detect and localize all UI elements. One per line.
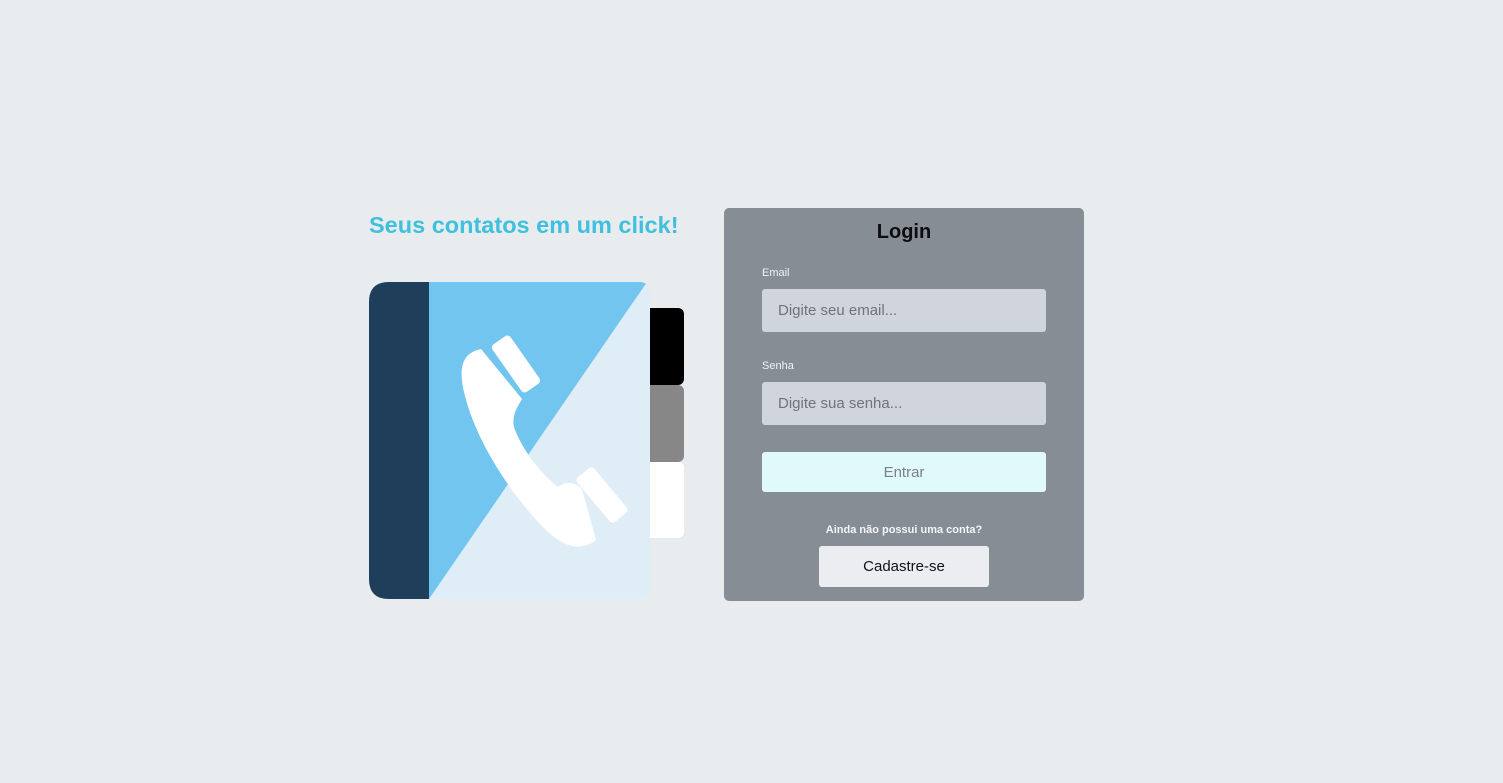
login-card: Login Email Senha Entrar Ainda não possu… xyxy=(724,208,1084,601)
password-label: Senha xyxy=(762,360,794,372)
login-submit-button[interactable]: Entrar xyxy=(762,452,1046,492)
hero-tagline: Seus contatos em um click! xyxy=(369,212,679,238)
phone-book-icon xyxy=(369,282,684,599)
email-input[interactable] xyxy=(762,289,1046,332)
login-title: Login xyxy=(876,221,932,243)
password-input[interactable] xyxy=(762,382,1046,425)
email-label: Email xyxy=(762,267,790,279)
signup-button[interactable]: Cadastre-se xyxy=(819,546,989,587)
signup-prompt: Ainda não possui uma conta? xyxy=(825,524,983,536)
